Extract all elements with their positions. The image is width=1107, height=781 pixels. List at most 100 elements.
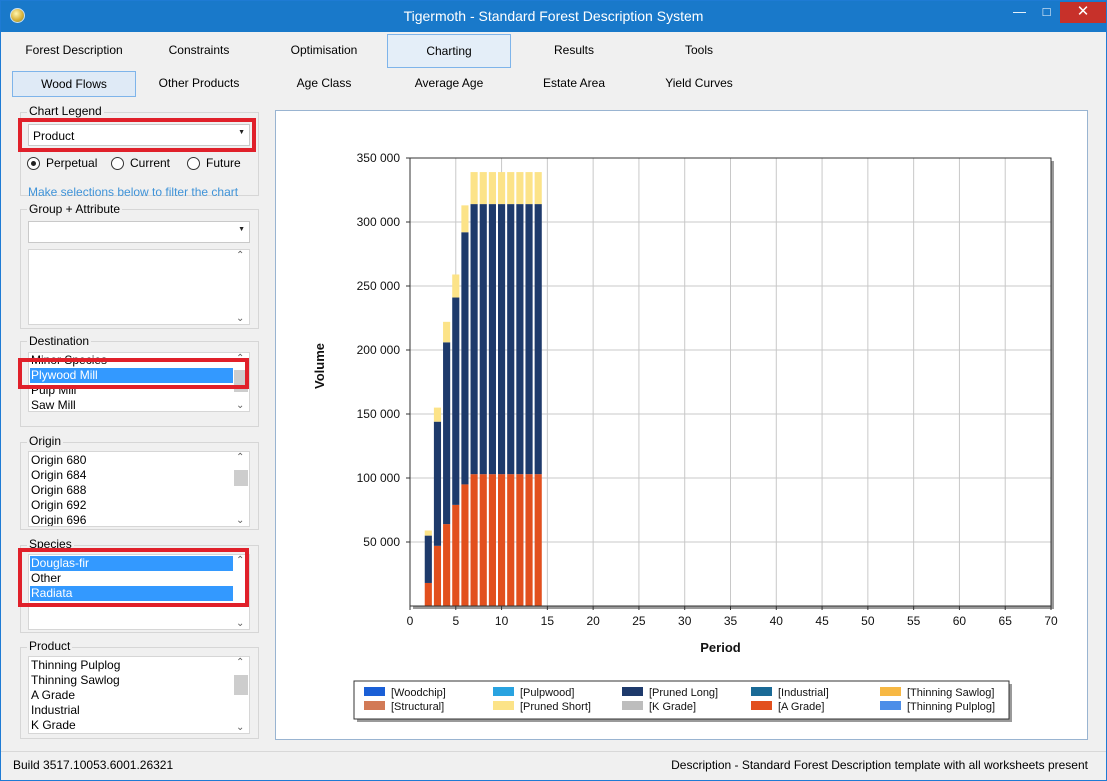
title-bar[interactable]: Tigermoth - Standard Forest Description …: [1, 1, 1106, 32]
list-item[interactable]: Origin 688: [30, 483, 234, 498]
bar-segment: [516, 172, 524, 205]
x-tick-label: 35: [724, 614, 738, 628]
list-item[interactable]: Thinning Sawlog: [30, 673, 234, 688]
scroll-down-icon[interactable]: ⌄: [236, 400, 244, 411]
list-item[interactable]: Origin 684: [30, 468, 234, 483]
minimize-button[interactable]: —: [1006, 2, 1033, 23]
scrollbar-thumb[interactable]: [234, 470, 248, 486]
bar-segment: [488, 474, 496, 606]
window-title: Tigermoth - Standard Forest Description …: [403, 8, 704, 24]
scroll-down-icon[interactable]: ⌄: [236, 722, 244, 733]
scrollbar[interactable]: ⌃ ⌄: [233, 657, 249, 733]
tab-forest-description[interactable]: Forest Description: [12, 34, 136, 68]
legend-swatch: [364, 687, 385, 696]
legend-swatch: [880, 687, 901, 696]
chevron-down-icon[interactable]: ▼: [238, 226, 245, 233]
bar-segment: [507, 474, 515, 606]
list-item[interactable]: Saw Mill: [30, 398, 234, 411]
build-number: Build 3517.10053.6001.26321: [13, 758, 174, 772]
tab-average-age[interactable]: Average Age: [387, 71, 511, 97]
legend-entry: [Thinning Pulplog]: [907, 701, 995, 713]
tab-results[interactable]: Results: [512, 34, 636, 68]
radio-circle[interactable]: [187, 157, 200, 170]
radio-perpetual-label: Perpetual: [46, 156, 98, 170]
tab-optimisation[interactable]: Optimisation: [262, 34, 386, 68]
app-window: Tigermoth - Standard Forest Description …: [0, 0, 1107, 781]
legend-entry: [Pruned Short]: [520, 701, 591, 713]
legend-swatch: [493, 701, 514, 710]
bar-segment: [498, 474, 506, 606]
x-tick-label: 45: [815, 614, 829, 628]
scrollbar[interactable]: ⌃ ⌄: [233, 250, 249, 324]
list-item[interactable]: Origin 692: [30, 498, 234, 513]
bar-segment: [443, 321, 451, 343]
y-tick-label: 350 000: [357, 151, 401, 165]
bar-segment: [461, 205, 469, 233]
scroll-up-icon[interactable]: ⌃: [236, 250, 244, 261]
wood-flows-chart: 0 5 10 15 20 25 30 35 40 45 50 55 60 65 70 50 000 100 00…: [312, 151, 1058, 722]
bar-segment: [525, 474, 533, 606]
scrollbar-thumb[interactable]: [234, 675, 248, 695]
tab-age-class[interactable]: Age Class: [262, 71, 386, 97]
y-tick-label: 50 000: [363, 535, 400, 549]
legend-swatch: [622, 701, 643, 710]
bar-segment: [507, 204, 515, 475]
legend-swatch: [493, 687, 514, 696]
scrollbar[interactable]: ⌃ ⌄: [233, 452, 249, 526]
list-item[interactable]: K Grade: [30, 718, 234, 733]
radio-circle[interactable]: [27, 157, 40, 170]
list-item[interactable]: Thinning Pulplog: [30, 658, 234, 673]
legend-entry: [K Grade]: [649, 701, 696, 713]
scroll-down-icon[interactable]: ⌄: [236, 515, 244, 526]
legend-entry: [Pulpwood]: [520, 687, 574, 699]
x-tick-label: 5: [452, 614, 459, 628]
bar-segment: [470, 204, 478, 475]
x-tick-label: 30: [678, 614, 692, 628]
list-item[interactable]: A Grade: [30, 688, 234, 703]
product-list[interactable]: Thinning Pulplog Thinning Sawlog A Grade…: [28, 656, 250, 734]
chart-panel: 0 5 10 15 20 25 30 35 40 45 50 55 60 65 70 50 000 100 00…: [275, 110, 1088, 740]
tab-yield-curves[interactable]: Yield Curves: [637, 71, 761, 97]
legend-entry: [Thinning Sawlog]: [907, 687, 994, 699]
bar-segment: [424, 530, 432, 536]
group-attribute-select[interactable]: ▼: [28, 221, 250, 243]
list-item[interactable]: Origin 680: [30, 453, 234, 468]
list-item[interactable]: Origin 696: [30, 513, 234, 526]
tab-constraints[interactable]: Constraints: [137, 34, 261, 68]
x-tick-label: 40: [770, 614, 784, 628]
tab-wood-flows[interactable]: Wood Flows: [12, 71, 136, 97]
group-attribute-label: Group + Attribute: [27, 202, 123, 216]
x-tick-label: 0: [407, 614, 414, 628]
scroll-down-icon[interactable]: ⌄: [236, 313, 244, 324]
bar-segment: [443, 342, 451, 525]
tab-estate-area[interactable]: Estate Area: [512, 71, 636, 97]
bar-segment: [534, 172, 542, 205]
bar-segment: [424, 535, 432, 583]
bar-segment: [452, 504, 460, 606]
x-tick-label: 15: [541, 614, 555, 628]
tab-charting[interactable]: Charting: [387, 34, 511, 68]
legend-entry: [Industrial]: [778, 687, 829, 699]
bar-segment: [452, 297, 460, 505]
sub-tab-strip: Wood Flows Other Products Age Class Aver…: [1, 71, 1106, 97]
radio-dot-icon: [31, 161, 36, 166]
bar-segment: [433, 421, 442, 546]
bar-segment: [443, 524, 451, 606]
list-item[interactable]: Industrial: [30, 703, 234, 718]
bar-segment: [470, 172, 478, 205]
tab-tools[interactable]: Tools: [637, 34, 761, 68]
highlight-callout-destination: [18, 358, 249, 389]
main-tab-strip: Forest Description Constraints Optimisat…: [1, 34, 1106, 68]
legend-entry: [Structural]: [391, 701, 444, 713]
scroll-up-icon[interactable]: ⌃: [236, 657, 244, 668]
scroll-up-icon[interactable]: ⌃: [236, 452, 244, 463]
group-attribute-list[interactable]: ⌃ ⌄: [28, 249, 250, 325]
origin-list[interactable]: Origin 680 Origin 684 Origin 688 Origin …: [28, 451, 250, 527]
radio-circle[interactable]: [111, 157, 124, 170]
maximize-button[interactable]: □: [1033, 2, 1060, 23]
scroll-down-icon[interactable]: ⌄: [236, 618, 244, 629]
y-tick-label: 150 000: [357, 407, 401, 421]
close-button[interactable]: ✕: [1060, 2, 1106, 23]
bar-segment: [470, 474, 478, 606]
tab-other-products[interactable]: Other Products: [137, 71, 261, 97]
